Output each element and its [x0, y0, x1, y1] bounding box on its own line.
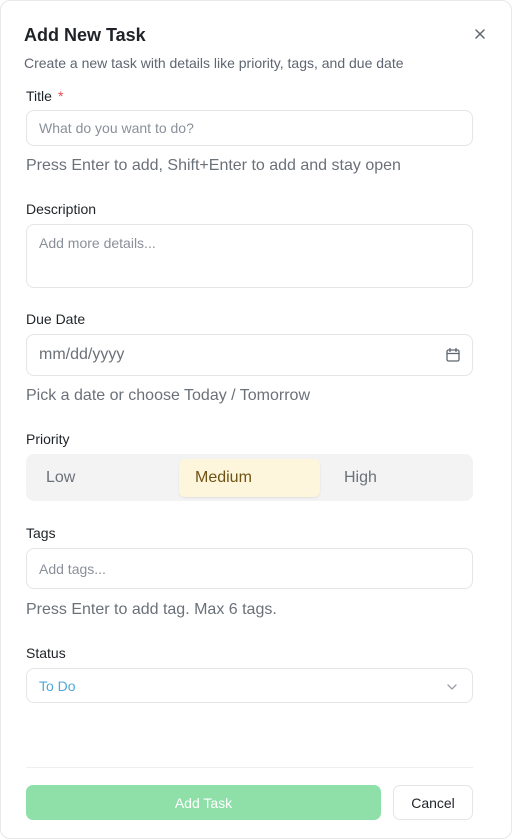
- add-task-dialog: Add New Task Create a new task with deta…: [0, 0, 512, 839]
- priority-option-medium[interactable]: Medium: [179, 459, 320, 497]
- title-label: Title *: [26, 88, 63, 104]
- dialog-subtitle: Create a new task with details like prio…: [24, 55, 404, 71]
- status-label: Status: [26, 645, 66, 661]
- chevron-down-icon: [445, 680, 459, 694]
- tags-placeholder: Add tags...: [39, 560, 106, 577]
- description-textarea[interactable]: Add more details...: [26, 224, 473, 288]
- title-input[interactable]: What do you want to do?: [26, 110, 473, 146]
- priority-option-high[interactable]: High: [344, 454, 377, 501]
- tags-hint: Press Enter to add tag. Max 6 tags.: [26, 601, 277, 618]
- calendar-icon[interactable]: [445, 347, 461, 363]
- status-value: To Do: [39, 677, 76, 694]
- due-date-hint: Pick a date or choose Today / Tomorrow: [26, 387, 310, 404]
- tags-label: Tags: [26, 525, 56, 541]
- description-label: Description: [26, 201, 97, 217]
- priority-selector: Low Medium High: [26, 454, 473, 501]
- due-date-input[interactable]: mm/dd/yyyy: [26, 334, 473, 376]
- title-hint: Press Enter to add, Shift+Enter to add a…: [26, 157, 401, 174]
- description-placeholder: Add more details...: [39, 235, 156, 251]
- cancel-button[interactable]: Cancel: [393, 785, 473, 820]
- close-icon[interactable]: [471, 25, 489, 43]
- due-date-placeholder: mm/dd/yyyy: [39, 346, 125, 363]
- priority-label: Priority: [26, 431, 70, 447]
- due-date-label: Due Date: [26, 311, 86, 327]
- required-marker: *: [57, 88, 64, 104]
- footer-divider: [26, 767, 473, 768]
- tags-input[interactable]: Add tags...: [26, 548, 473, 589]
- priority-option-low[interactable]: Low: [46, 454, 75, 501]
- title-label-text: Title: [26, 88, 52, 104]
- dialog-title: Add New Task: [24, 25, 146, 45]
- status-select[interactable]: To Do: [26, 668, 473, 703]
- add-task-button[interactable]: Add Task: [26, 785, 381, 820]
- title-input-placeholder: What do you want to do?: [39, 120, 194, 136]
